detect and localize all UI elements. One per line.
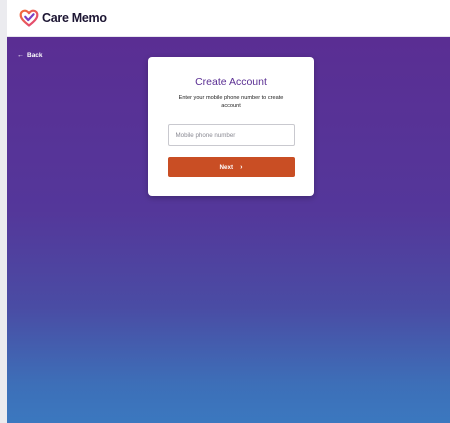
mobile-phone-input[interactable] <box>167 124 295 146</box>
next-label: Next <box>219 163 234 171</box>
brand-logo[interactable]: Care Memo <box>19 8 107 28</box>
top-header: Care Memo <box>7 0 450 37</box>
card-title: Create Account <box>195 76 267 88</box>
next-button[interactable]: Next › <box>167 157 295 177</box>
back-label: Back <box>27 52 43 59</box>
main-background: ← Back Create Account Enter your mobile … <box>7 37 450 423</box>
back-button[interactable]: ← Back <box>17 52 43 59</box>
chevron-right-icon: › <box>240 163 243 171</box>
create-account-card: Create Account Enter your mobile phone n… <box>148 57 314 196</box>
arrow-left-icon: ← <box>17 52 24 59</box>
heart-logo-icon <box>19 9 39 27</box>
brand-name: Care Memo <box>42 11 107 25</box>
card-subtitle: Enter your mobile phone number to create… <box>178 95 284 109</box>
app-window: Care Memo ← Back Create Account Enter yo… <box>0 0 450 423</box>
